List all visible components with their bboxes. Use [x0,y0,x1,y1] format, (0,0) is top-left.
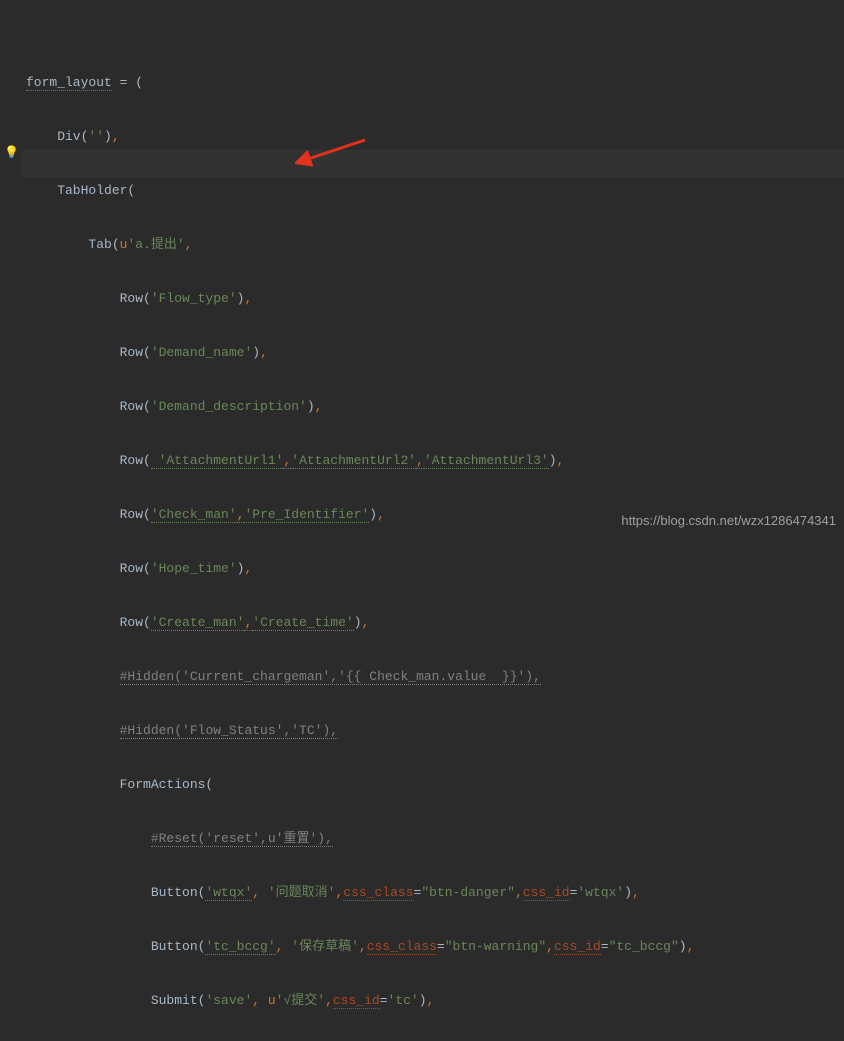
code-line: #Hidden('Flow_Status','TC'), [26,717,694,744]
code-line: #Reset('reset',u'重置'), [26,825,694,852]
code-line: Submit('save', u'√提交',css_id='tc'), [26,987,694,1014]
code-line: Row('Create_man','Create_time'), [26,609,694,636]
code-line: Row('Demand_name'), [26,339,694,366]
code-line: #Hidden('Current_chargeman','{{ Check_ma… [26,663,694,690]
code-line: TabHolder( [26,177,694,204]
code-line: Button('tc_bccg', '保存草稿',css_class="btn-… [26,933,694,960]
code-line: Row('Hope_time'), [26,555,694,582]
code-line: Row('Check_man','Pre_Identifier'), [26,501,694,528]
code-line: Row( 'AttachmentUrl1','AttachmentUrl2','… [26,447,694,474]
code-line: Button('wtqx', '问题取消',css_class="btn-dan… [26,879,694,906]
lightbulb-icon[interactable]: 💡 [4,145,19,160]
code-line: Row('Demand_description'), [26,393,694,420]
code-line: Div(''), [26,123,694,150]
code-editor[interactable]: { "gutter": { "bulb": "💡" }, "watermark"… [0,0,844,536]
watermark: https://blog.csdn.net/wzx1286474341 [621,513,836,528]
gutter: 💡 [0,0,22,536]
code-line: form_layout = ( [26,69,694,96]
code-line-highlighted: Row('Flow_type'), [26,285,694,312]
code-line: FormActions( [26,771,694,798]
code-line: Tab(u'a.提出', [26,231,694,258]
code-block[interactable]: form_layout = ( Div(''), TabHolder( Tab(… [26,42,694,1041]
